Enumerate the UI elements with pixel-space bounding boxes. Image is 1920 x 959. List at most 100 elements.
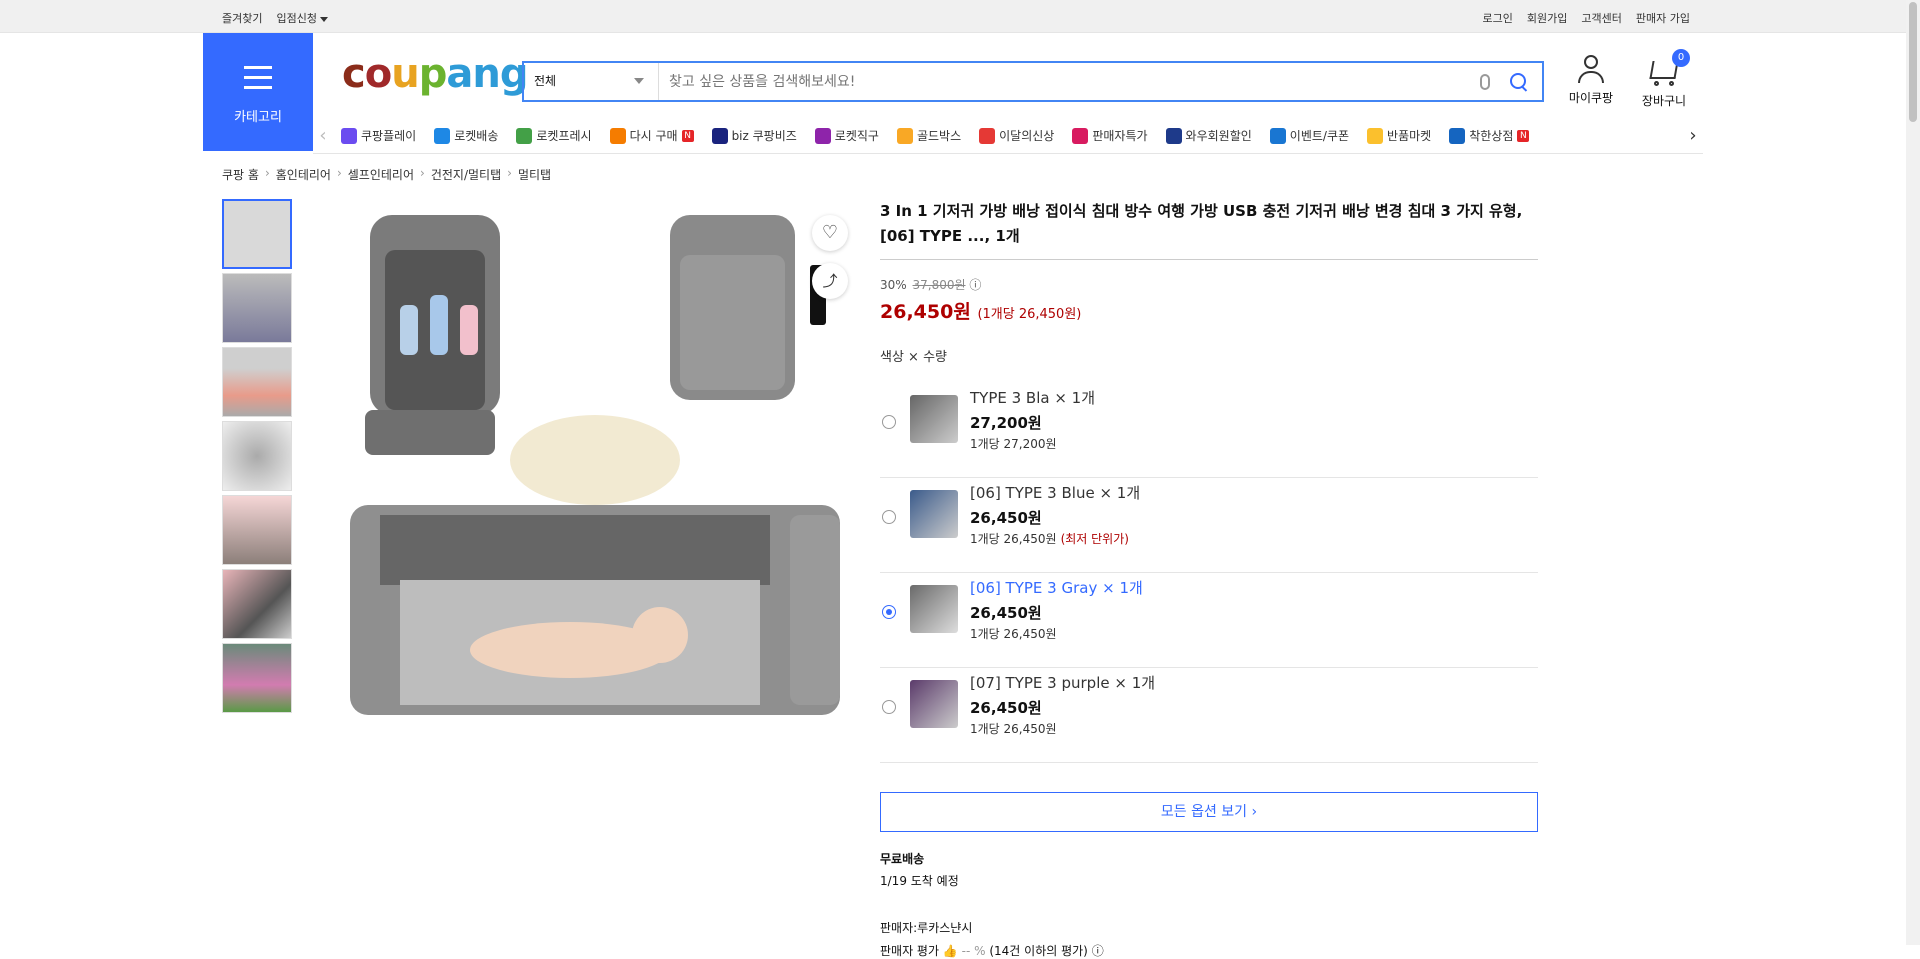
search-category-value: 전체 [534, 74, 557, 88]
page-scrollbar[interactable] [1906, 0, 1920, 945]
search-category-select[interactable]: 전체 [524, 63, 659, 100]
new-badge: N [681, 129, 694, 142]
cart-label: 장바구니 [1641, 94, 1687, 108]
category-button[interactable]: 카테고리 [203, 33, 313, 151]
nav-item-label: 로켓프레시 [536, 129, 592, 143]
microphone-icon[interactable] [1480, 73, 1490, 90]
nav-item[interactable]: 쿠팡플레이 [341, 127, 416, 144]
product-title: 3 In 1 기저귀 가방 배낭 접이식 침대 방수 여행 가방 USB 충전 … [880, 199, 1538, 260]
info-icon[interactable]: ⓘ [969, 278, 981, 292]
breadcrumb-item[interactable]: 멀티탭 [518, 166, 551, 183]
breadcrumb-separator: › [420, 166, 425, 180]
nav-item-label: 와우회원할인 [1185, 129, 1252, 143]
heart-icon[interactable]: ♡ [812, 215, 848, 251]
support-link[interactable]: 고객센터 [1581, 10, 1621, 26]
breadcrumb-item[interactable]: 쿠팡 홈 [222, 166, 259, 183]
signup-link[interactable]: 회원가입 [1527, 10, 1567, 26]
product-thumbnail[interactable] [222, 421, 292, 491]
logo-letter: c [342, 51, 366, 97]
nav-item-label: 판매자특가 [1092, 129, 1148, 143]
nav-item-icon [1269, 127, 1286, 144]
rating-value: -- % [961, 944, 986, 958]
favorites-link[interactable]: 즐겨찾기 [222, 10, 262, 26]
option-unit-text: 1개당 26,450원 [970, 722, 1057, 736]
nav-next-icon[interactable]: › [1683, 125, 1703, 146]
product-thumbnail[interactable] [222, 495, 292, 565]
option-row[interactable]: [07] TYPE 3 purple × 1개 26,450원 1개당 26,450… [880, 668, 1538, 763]
nav-item[interactable]: 반품마켓 [1367, 127, 1431, 144]
nav-prev-icon[interactable]: ‹ [313, 125, 333, 146]
option-row[interactable]: [06] TYPE 3 Gray × 1개 26,450원 1개당 26,450원 [880, 573, 1538, 668]
breadcrumb-item[interactable]: 건전지/멀티탭 [431, 166, 501, 183]
option-list: TYPE 3 Bla × 1개 27,200원 1개당 27,200원 [06] TY… [880, 383, 1538, 763]
nav-item[interactable]: 로켓배송 [434, 127, 498, 144]
option-unit-text: 1개당 27,200원 [970, 437, 1057, 451]
nav-item-label: 반품마켓 [1387, 129, 1432, 143]
breadcrumb-item[interactable]: 홈인테리어 [276, 166, 331, 183]
nav-item-icon [516, 127, 533, 144]
nav-item[interactable]: biz 쿠팡비즈 [711, 127, 797, 144]
product-thumbnail[interactable] [222, 347, 292, 417]
login-link[interactable]: 로그인 [1483, 10, 1513, 26]
option-thumbnail [910, 490, 958, 538]
seller-signup-link[interactable]: 판매자 가입 [1636, 10, 1690, 26]
nav-item-icon [1165, 127, 1182, 144]
cart-button[interactable]: 0 장바구니 [1636, 49, 1692, 109]
info-icon[interactable]: ⓘ [1092, 944, 1104, 958]
option-unit-price: 1개당 26,450원 [970, 720, 1061, 737]
option-radio[interactable] [882, 510, 896, 524]
nav-item[interactable]: 골드박스 [896, 127, 962, 144]
option-row[interactable]: [06] TYPE 3 Blue × 1개 26,450원 1개당 26,450원(… [880, 478, 1538, 573]
nav-item[interactable]: 이달의신상 [979, 127, 1054, 144]
option-radio[interactable] [882, 415, 896, 429]
scrollbar-thumb[interactable] [1909, 2, 1917, 122]
nav-item[interactable]: 판매자특가 [1072, 127, 1148, 144]
product-thumbnail[interactable] [222, 273, 292, 343]
nav-item-icon [609, 127, 626, 144]
breadcrumb-item[interactable]: 셀프인테리어 [348, 166, 414, 183]
logo-letter: u [391, 51, 420, 97]
share-icon[interactable]: ⤴ [812, 263, 848, 299]
rating-note: (14건 이하의 평가) [989, 944, 1088, 958]
nav-item-label: 쿠팡플레이 [361, 129, 417, 143]
nav-items: 쿠팡플레이 로켓배송 로켓프레시 다시 구매 N biz 쿠팡비즈 로켓직구 골드박스 이달의신… [341, 127, 1530, 144]
product-thumbnail[interactable] [222, 643, 292, 713]
nav-item[interactable]: 와우회원할인 [1165, 127, 1252, 144]
search-bar: 전체 [522, 61, 1544, 102]
breadcrumb-separator: › [336, 166, 342, 180]
search-icon[interactable] [1510, 72, 1528, 91]
breadcrumb: 쿠팡 홈 › 홈인테리어 › 셀프인테리어 › 건전지/멀티탭 › 멀티탭 [222, 166, 551, 183]
nav-item[interactable]: 로켓프레시 [516, 127, 592, 144]
option-radio[interactable] [882, 700, 896, 714]
hamburger-icon [244, 66, 272, 96]
shipping-date: 1/19 도착 예정 [880, 874, 959, 888]
option-radio[interactable] [882, 605, 896, 619]
coupang-logo[interactable]: coupang [342, 51, 528, 97]
shipping-title: 무료배송 [880, 852, 925, 866]
option-unit-text: 1개당 26,450원 [970, 627, 1057, 641]
product-thumbnail[interactable] [222, 199, 292, 269]
logo-letter: a [446, 51, 473, 97]
nav-item[interactable]: 이벤트/쿠폰 [1269, 127, 1350, 144]
option-row[interactable]: TYPE 3 Bla × 1개 27,200원 1개당 27,200원 [880, 383, 1538, 478]
nav-item[interactable]: 다시 구매 N [609, 127, 694, 144]
nav-item[interactable]: 로켓직구 [814, 127, 879, 144]
entry-menu[interactable]: 입점신청 [276, 10, 328, 26]
quick-nav-row: ‹ 쿠팡플레이 로켓배송 로켓프레시 다시 구매 N biz 쿠팡비즈 로켓직구 골드박스 이달… [313, 118, 1703, 154]
search-input[interactable] [659, 73, 1480, 90]
lowest-unit-tag: (최저 단위가) [1060, 532, 1129, 546]
discount-rate: 30% [880, 278, 907, 292]
nav-item-label: 로켓배송 [454, 129, 499, 143]
product-thumbnail[interactable] [222, 569, 292, 639]
nav-item[interactable]: 착한상점 N [1449, 127, 1530, 144]
user-icon-body [1578, 71, 1604, 83]
nav-item-icon [814, 127, 831, 144]
thumbs-up-icon: 👍 [942, 944, 958, 958]
nav-item-label: 골드박스 [916, 129, 962, 143]
mycoupang-button[interactable]: 마이쿠팡 [1566, 55, 1616, 106]
view-all-options-button[interactable]: 모든 옵션 보기 › [880, 792, 1538, 832]
seller-name[interactable]: 판매자:루카스냔시 [880, 919, 1538, 936]
option-name: [07] TYPE 3 purple × 1개 [970, 674, 1156, 692]
caret-down-icon [319, 16, 328, 22]
nav-item-label: 이벤트/쿠폰 [1289, 129, 1350, 143]
